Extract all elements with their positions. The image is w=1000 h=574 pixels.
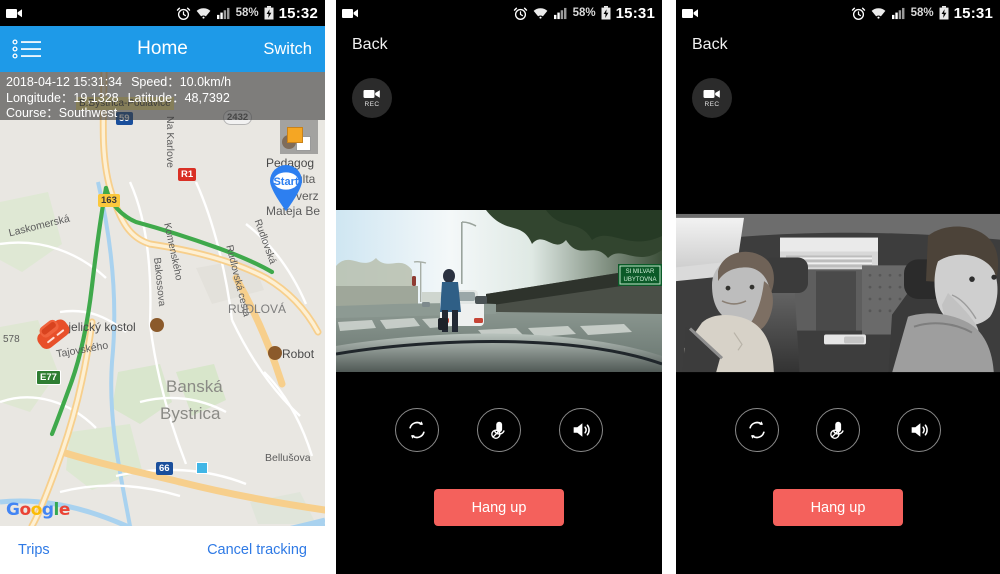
video-camera-icon bbox=[6, 9, 22, 18]
status-bar-left bbox=[342, 7, 513, 19]
battery-icon bbox=[939, 6, 949, 20]
google-attribution: Google bbox=[6, 500, 70, 520]
video-camera-icon bbox=[703, 90, 720, 98]
hang-up-button[interactable]: Hang up bbox=[434, 489, 564, 526]
map-layers-button[interactable] bbox=[280, 120, 318, 154]
app-bar: Home Switch bbox=[0, 26, 325, 72]
switch-camera-button[interactable] bbox=[395, 408, 439, 452]
phone-panel-front-camera: 58% 15:31 Back REC SI MILVAR UBYTOVNA Ha… bbox=[336, 0, 662, 574]
screenshot-root: 58% 15:32 Home Switch Na Karlove R1 163 … bbox=[0, 0, 1000, 574]
status-time-label: 15:31 bbox=[953, 4, 993, 22]
signal-icon bbox=[891, 7, 905, 19]
wifi-icon bbox=[871, 7, 885, 20]
video-camera-icon bbox=[682, 9, 698, 18]
trips-button[interactable]: Trips bbox=[18, 542, 50, 558]
map-canvas bbox=[0, 72, 325, 526]
speaker-button[interactable] bbox=[559, 408, 603, 452]
info-row-1: 2018-04-12 15:31:34 Speed：10.0km/h bbox=[6, 75, 319, 91]
call-control-row bbox=[676, 408, 1000, 452]
info-row-2: Longitude：19,1328 Latitude：48,7392 bbox=[6, 91, 319, 107]
record-button[interactable]: REC bbox=[352, 78, 392, 118]
call-header: Back REC bbox=[676, 26, 1000, 210]
longitude-label: Longitude：19,1328 bbox=[6, 90, 119, 105]
info-row-3: Course：Southwest bbox=[6, 106, 319, 122]
signal-icon bbox=[216, 7, 230, 19]
alarm-clock-icon bbox=[851, 7, 865, 20]
start-marker-label: Start bbox=[273, 176, 298, 188]
call-control-row bbox=[336, 408, 662, 452]
phone-panel-cabin-camera: 58% 15:31 Back REC Hang up bbox=[676, 0, 1000, 574]
speed-label: Speed：10.0km/h bbox=[131, 75, 232, 89]
cancel-tracking-button[interactable]: Cancel tracking bbox=[207, 542, 307, 558]
phone-panel-map: 58% 15:32 Home Switch Na Karlove R1 163 … bbox=[0, 0, 325, 574]
status-bar: 58% 15:31 bbox=[676, 0, 1000, 26]
status-time-label: 15:31 bbox=[615, 4, 655, 22]
status-bar-left bbox=[6, 7, 176, 19]
map-layers-icon bbox=[287, 127, 311, 151]
record-button[interactable]: REC bbox=[692, 78, 732, 118]
road-shield-163: 163 bbox=[98, 194, 120, 207]
switch-camera-button[interactable] bbox=[734, 408, 779, 452]
battery-percent-label: 58% bbox=[235, 7, 259, 19]
road-sign-line2: UBYTOVNA bbox=[624, 277, 657, 283]
speaker-on-icon bbox=[573, 423, 590, 437]
video-stream-front[interactable]: SI MILVAR UBYTOVNA bbox=[336, 210, 662, 380]
camera-swap-icon bbox=[409, 421, 425, 439]
alarm-clock-icon bbox=[176, 7, 190, 20]
status-bar: 58% 15:32 bbox=[0, 0, 325, 26]
mute-microphone-button[interactable] bbox=[477, 408, 521, 452]
latitude-label: Latitude：48,7392 bbox=[127, 90, 230, 105]
video-stream-cabin[interactable] bbox=[676, 210, 1000, 380]
tracking-info-overlay: 2018-04-12 15:31:34 Speed：10.0km/h Longit… bbox=[0, 72, 325, 120]
switch-button[interactable]: Switch bbox=[263, 40, 312, 59]
video-camera-icon bbox=[342, 9, 358, 18]
video-camera-icon bbox=[363, 90, 380, 98]
map-bottom-bar: Trips Cancel tracking bbox=[0, 526, 325, 574]
battery-icon bbox=[601, 6, 611, 20]
call-controls: Hang up bbox=[336, 380, 662, 574]
start-marker[interactable]: Start bbox=[266, 164, 306, 212]
signal-icon bbox=[553, 7, 567, 19]
back-button[interactable]: Back bbox=[692, 36, 728, 54]
road-shield-e77: E77 bbox=[36, 370, 61, 385]
microphone-muted-icon bbox=[491, 421, 505, 439]
status-bar-right: 58% 15:32 bbox=[176, 5, 318, 22]
back-button[interactable]: Back bbox=[352, 36, 388, 54]
road-shield-r1: R1 bbox=[178, 168, 197, 181]
wifi-icon bbox=[196, 7, 210, 20]
road-shield-66: 66 bbox=[156, 462, 173, 475]
status-bar-right: 58% 15:31 bbox=[513, 5, 655, 22]
speaker-on-icon bbox=[911, 423, 929, 437]
status-bar: 58% 15:31 bbox=[336, 0, 662, 26]
vehicle-marker[interactable] bbox=[34, 317, 74, 358]
datetime-label: 2018-04-12 15:31:34 bbox=[6, 75, 123, 89]
course-label: Course：Southwest bbox=[6, 106, 118, 120]
call-controls: Hang up bbox=[676, 380, 1000, 574]
battery-percent-label: 58% bbox=[572, 7, 596, 19]
wifi-icon bbox=[533, 7, 547, 20]
alarm-clock-icon bbox=[513, 7, 527, 20]
microphone-muted-icon bbox=[830, 421, 844, 439]
speaker-button[interactable] bbox=[897, 408, 942, 452]
map-view[interactable]: 59 2432 B.Bystrica-Podlavice Na Karlove … bbox=[0, 72, 325, 526]
camera-swap-icon bbox=[748, 421, 765, 439]
status-bar-left bbox=[682, 7, 851, 19]
mute-microphone-button[interactable] bbox=[815, 408, 860, 452]
road-sign-line1: SI MILVAR bbox=[626, 269, 655, 275]
battery-icon bbox=[264, 6, 274, 20]
hang-up-button[interactable]: Hang up bbox=[773, 489, 903, 526]
record-button-label: REC bbox=[364, 101, 380, 108]
call-header: Back REC bbox=[336, 26, 662, 210]
status-bar-right: 58% 15:31 bbox=[851, 5, 993, 22]
record-button-label: REC bbox=[704, 101, 720, 108]
battery-percent-label: 58% bbox=[910, 7, 934, 19]
status-time-label: 15:32 bbox=[278, 4, 318, 22]
